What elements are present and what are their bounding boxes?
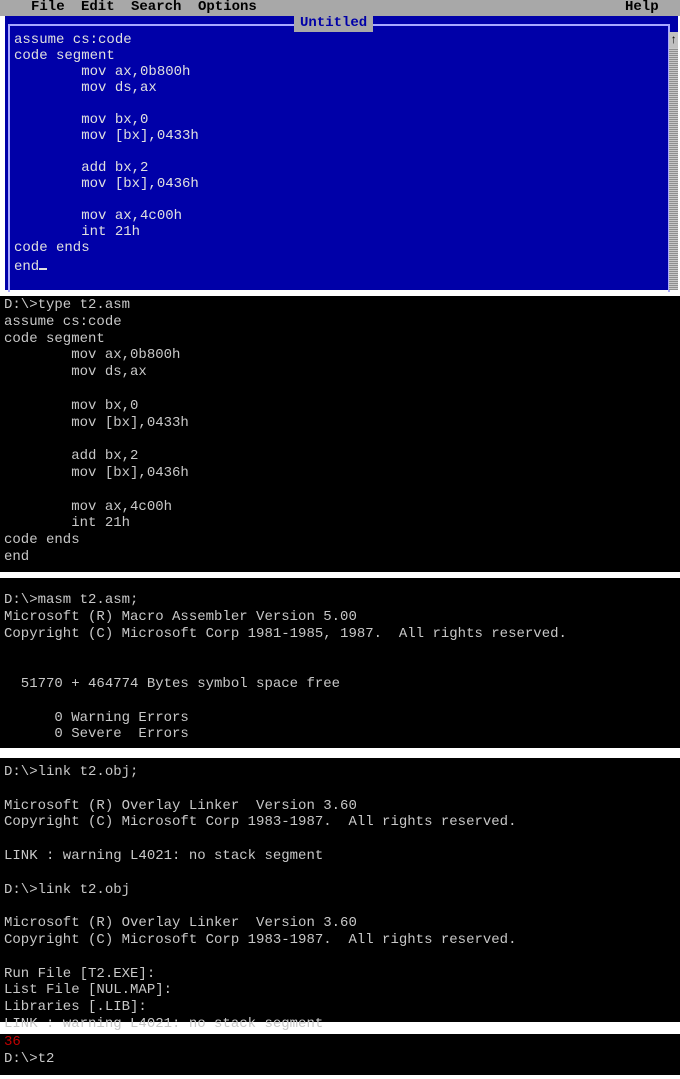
scroll-up-arrow-icon[interactable]: ↑	[669, 32, 678, 48]
menu-search[interactable]: Search	[131, 0, 181, 15]
editor-window[interactable]: Untitled assume cs:code code segment mov…	[5, 15, 678, 292]
menu-edit[interactable]: Edit	[81, 0, 115, 15]
program-output: 36	[4, 1034, 21, 1050]
editor-text[interactable]: assume cs:code code segment mov ax,0b800…	[14, 32, 199, 275]
menu-bar: File Edit Search Options Help	[0, 0, 680, 16]
type-output: D:\>type t2.asm assume cs:code code segm…	[4, 297, 189, 565]
masm-console: D:\>masm t2.asm; Microsoft (R) Macro Ass…	[0, 578, 680, 748]
type-console: D:\>type t2.asm assume cs:code code segm…	[0, 296, 680, 572]
editor-title: Untitled	[294, 15, 374, 32]
text-cursor	[39, 256, 48, 270]
menu-file[interactable]: File	[31, 0, 65, 15]
run-output: 36 D:\>t2	[4, 1034, 54, 1068]
link-console: D:\>link t2.obj; Microsoft (R) Overlay L…	[0, 758, 680, 1032]
masm-output: D:\>masm t2.asm; Microsoft (R) Macro Ass…	[4, 592, 567, 743]
vertical-scrollbar[interactable]: ↑	[669, 32, 678, 290]
link-output: D:\>link t2.obj; Microsoft (R) Overlay L…	[4, 764, 517, 1032]
run-console: 36 D:\>t2	[0, 1034, 680, 1075]
run-prompt: D:\>t2	[4, 1050, 55, 1067]
menu-options[interactable]: Options	[198, 0, 257, 15]
menu-help[interactable]: Help	[625, 0, 659, 15]
code-lines: assume cs:code code segment mov ax,0b800…	[14, 32, 199, 275]
